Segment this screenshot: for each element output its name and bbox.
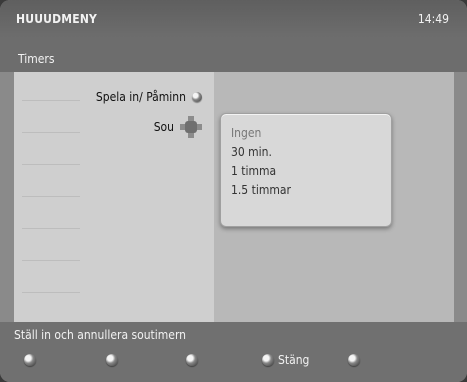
footer-buttons: Stäng	[0, 348, 467, 372]
clock: 14:49	[417, 12, 449, 26]
footer-button-1[interactable]	[24, 348, 40, 372]
circle-button-icon	[262, 354, 274, 366]
left-panel: Spela in/ Påminn Sou	[14, 72, 214, 322]
footer-button-5[interactable]	[348, 348, 364, 372]
option-30-min[interactable]: 30 min.	[231, 143, 391, 162]
menu-item-label: Spela in/ Påminn	[95, 90, 186, 104]
tv-menu-screen: HUUUDMENY 14:49 Timers Spela in/ Påminn …	[0, 0, 467, 382]
footer-button-2[interactable]	[106, 348, 122, 372]
footer-button-3[interactable]	[186, 348, 202, 372]
circle-button-icon	[106, 354, 118, 366]
circle-button-icon	[24, 354, 36, 366]
directional-pad-icon	[180, 116, 202, 138]
left-panel-lines	[22, 100, 80, 310]
menu-item-sleep-timer[interactable]: Sou	[154, 116, 202, 138]
menu-item-record-remind[interactable]: Spela in/ Påminn	[96, 90, 202, 104]
circle-button-icon	[348, 354, 360, 366]
options-list: Ingen 30 min. 1 timma 1.5 timmar	[221, 114, 391, 200]
close-button[interactable]: Stäng	[262, 348, 309, 372]
menu-title: HUUUDMENY	[16, 12, 98, 26]
option-none[interactable]: Ingen	[231, 124, 391, 143]
option-1-hour[interactable]: 1 timma	[231, 162, 391, 181]
timer-options-list: Ingen 30 min. 1 timma 1.5 timmar	[220, 113, 392, 227]
help-text: Ställ in och annullera soutimern	[14, 328, 187, 342]
circle-button-icon	[192, 92, 202, 102]
menu-content: Spela in/ Påminn Sou Ingen 30 min. 1 tim…	[14, 72, 454, 322]
close-button-label: Stäng	[278, 353, 310, 367]
menu-item-label: Sou	[153, 120, 174, 134]
option-1-5-hours[interactable]: 1.5 timmar	[231, 181, 391, 200]
section-title: Timers	[18, 52, 55, 66]
circle-button-icon	[186, 354, 198, 366]
section-bar	[0, 38, 467, 72]
